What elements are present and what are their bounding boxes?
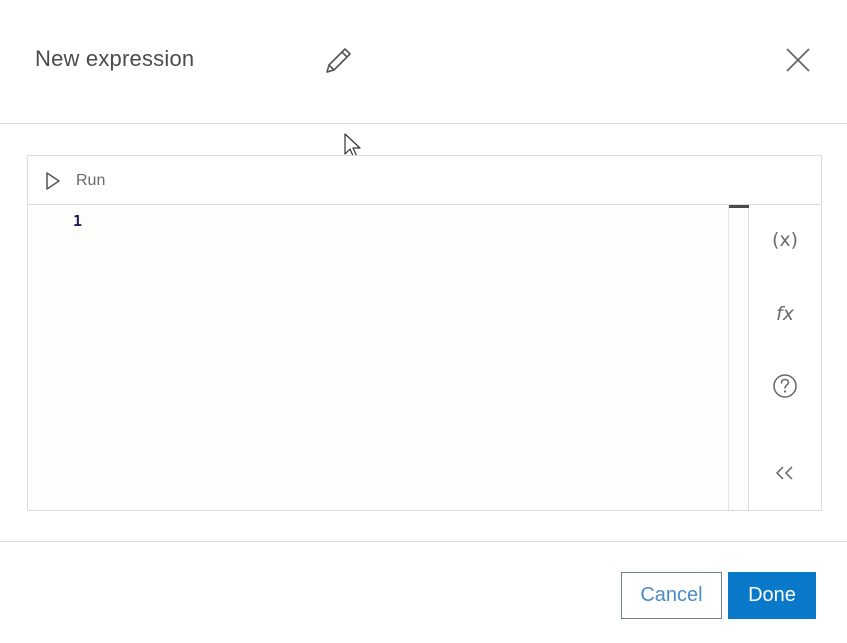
edit-title-button[interactable] [318, 42, 358, 80]
run-label: Run [76, 172, 106, 189]
expression-editor: Run 1 (x) fx [27, 155, 822, 511]
variables-icon: (x) [771, 229, 799, 251]
done-button[interactable]: Done [728, 572, 816, 619]
close-button[interactable] [782, 44, 814, 76]
cancel-button[interactable]: Cancel [621, 572, 722, 619]
dialog-footer: Cancel Done [0, 541, 847, 643]
close-icon [786, 48, 810, 72]
editor-scrollbar[interactable] [728, 205, 749, 510]
collapse-panel-button[interactable] [749, 453, 821, 493]
dialog-title: New expression [35, 46, 195, 71]
variables-button[interactable]: (x) [749, 220, 821, 260]
run-button[interactable]: Run [44, 169, 105, 193]
pencil-icon [326, 48, 351, 73]
play-icon [46, 172, 60, 190]
editor-side-panel: (x) fx [749, 205, 821, 510]
editor-toolbar: Run [28, 156, 821, 205]
dialog-header: New expression [0, 0, 847, 124]
scrollbar-thumb[interactable] [729, 205, 749, 208]
functions-button[interactable]: fx [749, 294, 821, 334]
functions-icon: fx [776, 303, 794, 325]
chevrons-left-icon [775, 466, 793, 480]
help-circle-icon [773, 374, 797, 398]
help-button[interactable] [749, 366, 821, 406]
code-input[interactable]: 1 [28, 205, 728, 510]
line-number: 1 [73, 212, 83, 230]
